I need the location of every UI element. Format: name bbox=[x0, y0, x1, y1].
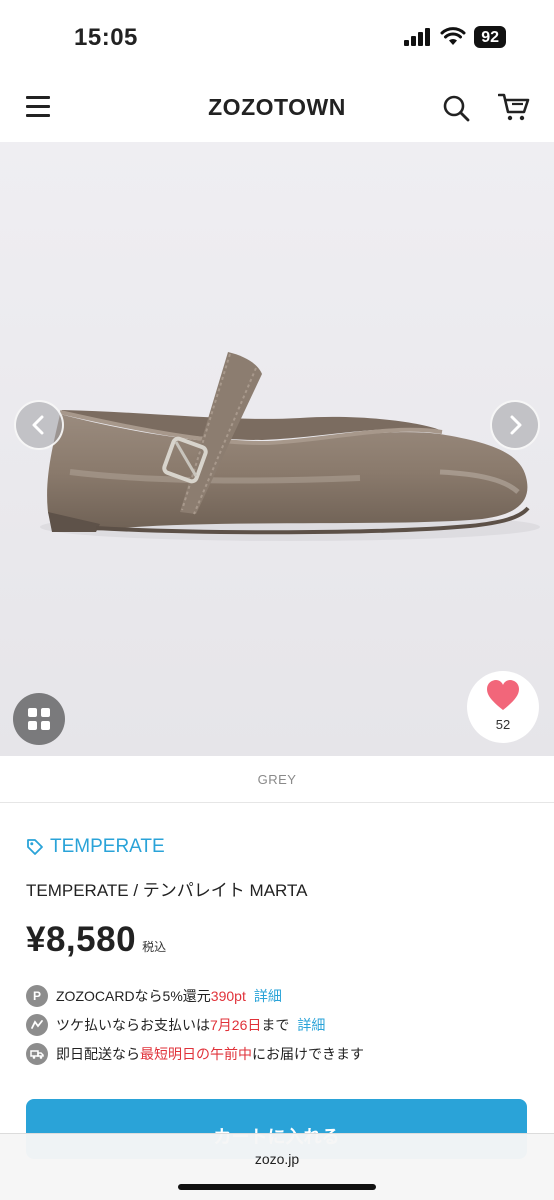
points-amount: 390pt bbox=[210, 988, 246, 1004]
zozocard-text: ZOZOCARDなら5%還元 bbox=[56, 988, 211, 1004]
battery-indicator: 92 bbox=[474, 26, 506, 48]
brand-name: TEMPERATE bbox=[50, 836, 165, 857]
brand-link[interactable]: TEMPERATE bbox=[26, 836, 165, 858]
status-icons: 92 bbox=[404, 26, 506, 48]
tsuke-text: ツケ払いならお支払いは bbox=[56, 1017, 210, 1033]
tax-label: 税込 bbox=[142, 940, 167, 954]
chevron-right-icon bbox=[510, 415, 522, 435]
price-row: ¥8,580 税込 bbox=[26, 920, 166, 960]
delivery-text: 即日配送なら bbox=[56, 1046, 140, 1062]
delivery-info: 即日配送なら 最短明日の午前中 にお届けできます bbox=[26, 1043, 364, 1065]
status-bar: 15:05 92 bbox=[0, 0, 554, 72]
wifi-icon bbox=[440, 27, 466, 45]
delivery-truck-icon bbox=[26, 1043, 48, 1065]
zozocard-detail-link[interactable]: 詳細 bbox=[254, 986, 282, 1006]
favorite-button[interactable]: 52 bbox=[467, 671, 539, 743]
tsuke-icon bbox=[26, 1014, 48, 1036]
cart-icon[interactable] bbox=[498, 92, 530, 122]
site-header: ZOZOTOWN bbox=[0, 72, 554, 142]
tsuke-text-suffix: まで bbox=[261, 1017, 290, 1033]
url-bar[interactable]: zozo.jp bbox=[0, 1151, 554, 1167]
previous-image-button[interactable] bbox=[14, 400, 64, 450]
heart-icon bbox=[487, 680, 519, 710]
tsuke-date: 7月26日 bbox=[210, 1017, 262, 1033]
delivery-time: 最短明日の午前中 bbox=[140, 1046, 252, 1062]
next-image-button[interactable] bbox=[490, 400, 540, 450]
favorite-count: 52 bbox=[495, 717, 511, 732]
signal-icon bbox=[404, 28, 431, 46]
tsuke-info: ツケ払いならお支払いは 7月26日 まで 詳細 bbox=[26, 1014, 325, 1036]
tag-icon bbox=[27, 839, 43, 855]
delivery-text-suffix: にお届けできます bbox=[252, 1046, 364, 1062]
divider bbox=[0, 802, 554, 803]
points-icon: P bbox=[26, 985, 48, 1007]
product-title: TEMPERATE / テンパレイト MARTA bbox=[26, 881, 308, 900]
browser-bottom-bar: zozo.jp bbox=[0, 1133, 554, 1200]
product-photo bbox=[0, 142, 554, 756]
site-logo[interactable]: ZOZOTOWN bbox=[0, 94, 554, 121]
grid-icon bbox=[28, 708, 50, 730]
status-time: 15:05 bbox=[74, 24, 138, 51]
image-grid-button[interactable] bbox=[13, 693, 65, 745]
product-image-carousel[interactable]: 52 bbox=[0, 142, 554, 756]
price: ¥8,580 bbox=[26, 920, 137, 959]
color-name: GREY bbox=[257, 772, 297, 787]
tsuke-detail-link[interactable]: 詳細 bbox=[297, 1015, 325, 1035]
zozocard-info: P ZOZOCARDなら5%還元 390pt 詳細 bbox=[26, 985, 282, 1007]
search-icon[interactable] bbox=[442, 94, 470, 122]
home-indicator[interactable] bbox=[178, 1184, 376, 1190]
chevron-left-icon bbox=[32, 415, 44, 435]
